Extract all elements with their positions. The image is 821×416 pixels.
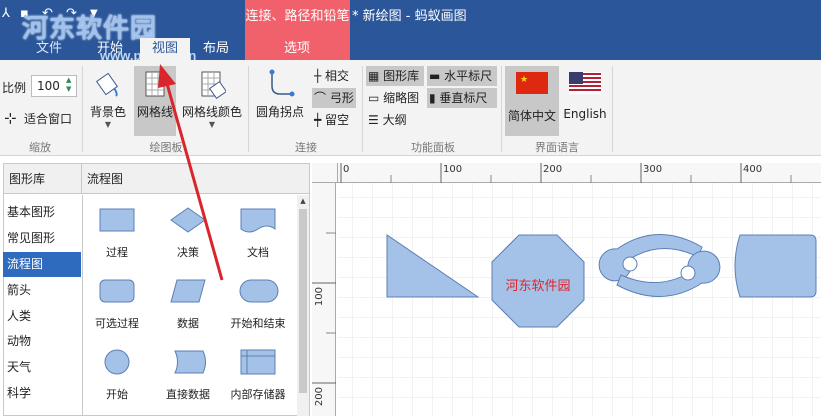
group-label-zoom: 缩放 (29, 141, 51, 154)
language-chinese-button[interactable]: ★ 简体中文 (505, 66, 559, 136)
group-label-connect: 连接 (295, 141, 317, 154)
separator (82, 66, 83, 152)
separator (612, 66, 613, 152)
arc-icon: ⌒ (314, 91, 330, 105)
shape-label: 可选过程 (95, 317, 139, 330)
china-flag-icon: ★ (516, 72, 548, 94)
ruler-tick: 200 (543, 164, 563, 175)
arc-button[interactable]: ⌒ 弓形 (312, 88, 356, 108)
tab-view[interactable]: 视图 (140, 38, 190, 60)
tab-home[interactable]: 开始 (88, 38, 132, 60)
ruler-tick: 100 (443, 164, 463, 175)
category-item[interactable]: 基本图形 (3, 200, 81, 225)
internal-storage-shape[interactable] (240, 349, 276, 375)
separator (501, 66, 502, 152)
outline-panel-button[interactable]: ☰ 大纲 (366, 110, 424, 130)
vertical-ruler-icon: ▮ (429, 91, 440, 105)
category-item[interactable]: 常见图形 (3, 226, 81, 251)
round-corner-icon (269, 69, 295, 97)
ruler-icon: ▬ (429, 69, 445, 83)
dropdown-icon: ▼ (104, 120, 112, 129)
tab-layout[interactable]: 布局 (194, 38, 238, 60)
start-shape[interactable] (104, 349, 130, 375)
gap-icon: ┿ (314, 113, 326, 127)
horizontal-ruler: 0 100 200 300 400 (338, 163, 821, 183)
document-title: * 新绘图 - 蚂蚁画图 (352, 9, 467, 24)
library-icon: ▦ (368, 69, 384, 83)
svg-text:★: ★ (520, 75, 528, 85)
language-english-button[interactable]: English (562, 66, 608, 136)
shape-label: 直接数据 (166, 388, 210, 401)
direct-data-shape[interactable] (174, 350, 206, 374)
shape-label: 数据 (177, 317, 199, 330)
group-label-panels: 功能面板 (411, 141, 455, 154)
shape-label: 开始 (106, 388, 128, 401)
context-title: 连接、路径和铅笔 (245, 9, 350, 24)
thumbnail-panel-button[interactable]: ▭ 缩略图 (366, 88, 424, 108)
category-item[interactable]: 人类 (3, 304, 81, 329)
process-shape[interactable] (99, 208, 135, 232)
background-color-button[interactable]: 背景色 ▼ (86, 66, 130, 136)
paint-bucket-icon (95, 72, 119, 97)
octagon-text: 河东软件园 (505, 279, 571, 294)
annotation-arrow (158, 64, 224, 281)
scroll-up-icon[interactable]: ▲ (297, 197, 309, 205)
scroll-thumb[interactable] (299, 209, 307, 393)
library-header: 图形库 (4, 164, 82, 194)
outline-icon: ☰ (368, 113, 383, 127)
ruler-tick: 400 (743, 164, 763, 175)
intersect-button[interactable]: ┼ 相交 (312, 66, 356, 86)
category-item[interactable]: 天气 (3, 355, 81, 380)
shape-label: 内部存储器 (230, 388, 286, 401)
category-item[interactable]: 动物 (3, 329, 81, 354)
zoom-label: 比例 (2, 81, 27, 95)
alternate-process-shape[interactable] (99, 279, 135, 303)
group-label-language: 界面语言 (535, 141, 579, 154)
horizontal-ruler-button[interactable]: ▬ 水平标尺 (427, 66, 497, 86)
direct-data-canvas-shape[interactable] (734, 234, 817, 298)
fit-window-button[interactable]: 适合窗口 (24, 110, 72, 127)
ruler-tick: 300 (643, 164, 663, 175)
library-panel-button[interactable]: ▦ 图形库 (366, 66, 424, 86)
intersect-icon: ┼ (314, 69, 326, 83)
separator (362, 66, 363, 152)
triangle-shape[interactable] (386, 234, 480, 298)
category-item[interactable]: 科学 (3, 381, 81, 406)
thumbnail-icon: ▭ (368, 91, 384, 105)
category-item[interactable]: 箭头 (3, 278, 81, 303)
canvas-shapes (386, 234, 817, 328)
ruler-tick: 0 (343, 164, 350, 175)
shape-label: 开始和结束 (230, 317, 286, 330)
round-corner-button[interactable]: 圆角拐点 (252, 66, 308, 136)
zoom-stepper-icon[interactable]: ▲ ▼ (66, 76, 71, 94)
library-scrollbar[interactable]: ▲ (297, 195, 309, 416)
tab-file[interactable]: 文件 (30, 38, 68, 60)
cancer-symbol-shape[interactable] (598, 234, 721, 297)
gap-button[interactable]: ┿ 留空 (312, 110, 356, 130)
vertical-ruler-button[interactable]: ▮ 垂直标尺 (427, 88, 497, 108)
app-icon[interactable]: ⅄ (2, 6, 10, 21)
us-flag-icon (569, 72, 601, 94)
category-item-selected[interactable]: 流程图 (3, 252, 81, 277)
shape-label: 过程 (106, 246, 128, 259)
tab-options[interactable]: 选项 (270, 38, 324, 60)
fit-window-icon[interactable]: ⊹ (4, 109, 17, 127)
ruler-corner (312, 163, 338, 183)
